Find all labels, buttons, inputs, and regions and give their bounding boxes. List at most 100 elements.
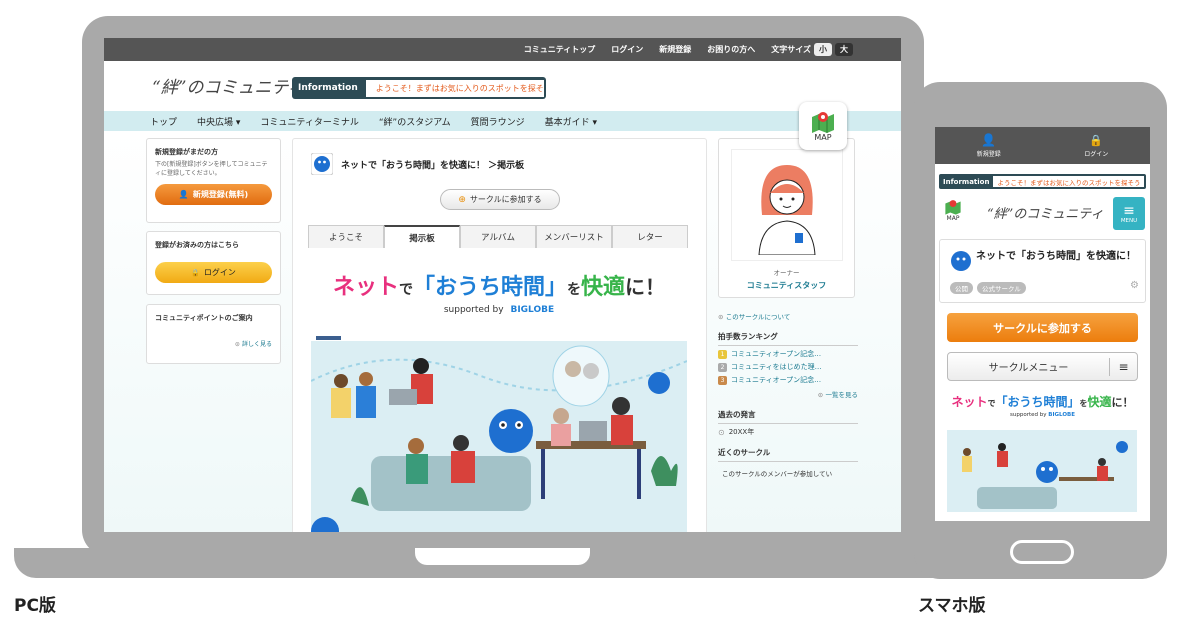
nav-item-basic-guide[interactable]: 基本ガイド ▾ [545,115,597,128]
ranking-item[interactable]: 1 コミュニティオープン記念… [718,349,858,359]
tab-letter[interactable]: レター [612,225,688,248]
nav-item-central-plaza[interactable]: 中央広場 ▾ [197,115,240,128]
tab-album[interactable]: アルバム [460,225,536,248]
topbar-link-community-top[interactable]: コミュニティトップ [524,44,596,55]
pc-version-label: PC版 [14,596,56,616]
phone-menu-button[interactable]: ≡ MENU [1113,197,1145,230]
topbar-link-help[interactable]: お困りの方へ [707,44,755,55]
supported-by-text: supported by [443,305,504,315]
phone-circle-tags: 公開 公式サークル [950,282,1026,294]
phone-info-label: Information [943,177,990,186]
owner-name-link[interactable]: コミュニティスタッフ [719,280,854,291]
board-title: ネットで「おうち時間」を快適に！ ＞掲示板 [341,160,525,171]
phone-info-text[interactable]: ようこそ！まずはお気に入りのスポットを探そう [993,176,1144,187]
info-text[interactable]: ようこそ！まずはお気に入りのスポットを探そう [365,79,544,97]
phone-banner-text-ni: に！ [1111,396,1134,409]
chevron-icon: ⊙ [234,341,242,348]
ranking-item[interactable]: 3 コミュニティオープン記念… [718,375,858,385]
biglobe-logo: BIGLOBE [510,305,555,315]
nav-item-stadium[interactable]: “絆”のスタジアム [379,115,451,128]
board-panel: ネットで「おうち時間」を快適に！ ＞掲示板 ⊕ サークルに参加する ようこそ 掲… [292,138,707,532]
phone-banner: ネットで「おうち時間」を快適に！ supported by BIGLOBE [947,391,1138,521]
chevron-icon: ⊙ [718,313,726,321]
font-size-small-button[interactable]: 小 [814,43,832,56]
topbar-link-login[interactable]: ログイン [611,44,643,55]
phone-banner-headline: ネットで「おうち時間」を快適に！ [947,391,1138,410]
map-label: MAP [814,132,832,142]
phone-register-label: 新規登録 [976,151,1001,158]
info-ticker: Information ようこそ！まずはお気に入りのスポットを探そう [292,77,546,99]
circle-mascot-icon [951,251,971,271]
gear-icon[interactable]: ⚙ [1130,280,1139,291]
owner-avatar [757,165,816,255]
about-circle-link[interactable]: ⊙ このサークルについて [718,311,858,321]
login-title: 登録がお済みの方はこちら [155,241,239,249]
phone-register-button[interactable]: 👤 新規登録 [977,133,1001,158]
phone-info-ticker: Information ようこそ！まずはお気に入りのスポットを探そう [939,174,1146,189]
banner-headline: ネットで「おうち時間」を快適に！ [311,269,687,301]
phone-supported-by: supported by [1010,412,1047,418]
phone-circle-card: ネットで「おうち時間」を快適に！ 公開 公式サークル ⚙ [939,239,1146,303]
phone-login-button[interactable]: 🔒 ログイン [1084,134,1108,158]
banner-text-wo: を [567,282,581,298]
pc-topbar: コミュニティトップ ログイン 新規登録 お困りの方へ 文字サイズ 小 大 [104,38,901,61]
banner-text-ouchi: 「おうち時間」 [412,275,567,300]
register-box: 新規登録がまだの方 下の[新規登録]ボタンを押してコミュニティに登録してください… [146,138,281,223]
nav-item-terminal[interactable]: コミュニティターミナル [260,115,358,128]
phone-logo[interactable]: “絆”のコミュニティ [987,203,1104,222]
info-label: Information [298,83,358,93]
join-circle-label: サークルに参加する [469,195,542,204]
phone-map-button[interactable]: MAP [939,199,967,231]
tab-welcome[interactable]: ようこそ [308,225,384,248]
pc-header: “絆”のコミュニティ Information ようこそ！まずはお気に入りのスポッ… [104,61,901,150]
board-header: ネットで「おうち時間」を快適に！ ＞掲示板 [311,153,524,175]
topbar-link-register[interactable]: 新規登録 [659,44,691,55]
rank-2-icon: 2 [718,362,727,372]
site-logo[interactable]: “絆”のコミュニティ [152,73,304,98]
phone-banner-text-ouchi: 「おうち時間」 [995,395,1080,409]
arrow-circle-icon: ⊕ [458,194,466,205]
register-button-label: 新規登録(無料) [192,190,249,199]
nav-item-top[interactable]: トップ [150,115,177,128]
ranking-more-link[interactable]: ⊙ 一覧を見る [718,389,858,399]
login-button[interactable]: 🔒 ログイン [155,262,272,283]
chevron-icon: ⊙ [718,427,725,437]
phone-circle-title: ネットで「おうち時間」を快適に！ [976,251,1136,262]
rank-1-icon: 1 [718,349,727,359]
tab-board[interactable]: 掲示板 [384,225,460,248]
phone-circle-menu-button[interactable]: サークルメニュー ≡ [947,352,1138,381]
banner-text-ni: に！ [625,275,666,299]
owner-avatar-frame[interactable] [730,149,843,261]
owner-role: オーナー [773,269,800,277]
phone-header: MAP “絆”のコミュニティ ≡ MENU [935,189,1150,239]
tag-public: 公開 [950,282,973,294]
pc-content: 新規登録がまだの方 下の[新規登録]ボタンを押してコミュニティに登録してください… [104,131,901,532]
register-button[interactable]: 👤 新規登録(無料) [155,184,272,205]
register-title: 新規登録がまだの方 [155,148,218,156]
circle-mascot-icon [311,153,333,175]
banner-text-kaiteki: 快適 [581,275,626,300]
ranking-item-label: コミュニティオープン記念… [731,350,822,358]
phone-join-button[interactable]: サークルに参加する [947,313,1138,342]
smartphone-version-label: スマホ版 [918,596,986,616]
nearby-text: このサークルのメンバーが参加してい [722,470,833,478]
lock-icon: 🔒 [1089,133,1104,147]
map-button[interactable]: MAP [799,102,847,150]
map-icon [812,111,834,133]
past-posts-title: 過去の発言 [718,409,858,424]
points-more-link[interactable]: ⊙ 詳しく見る [155,339,272,348]
nav-item-question-lounge[interactable]: 質問ラウンジ [471,115,525,128]
banner-supported: supported by BIGLOBE [311,305,687,315]
phone-banner-supported: supported by BIGLOBE [947,412,1138,418]
phone-login-label: ログイン [1084,150,1109,158]
tab-member-list[interactable]: メンバーリスト [536,225,612,248]
register-icon: 👤 [178,190,189,199]
pc-screen: コミュニティトップ ログイン 新規登録 お困りの方へ 文字サイズ 小 大 “絆”… [104,38,901,532]
past-year-item[interactable]: ⊙ 20XX年 [718,427,858,437]
font-size-large-button[interactable]: 大 [835,43,853,56]
banner-text-net: ネット [332,275,399,300]
ranking-item-label: コミュニティオープン記念… [731,376,822,384]
circle-banner: ネットで「おうち時間」を快適に！ supported by BIGLOBE [311,263,687,532]
join-circle-button[interactable]: ⊕ サークルに参加する [440,189,560,210]
ranking-item[interactable]: 2 コミュニティをはじめた理… [718,362,858,372]
